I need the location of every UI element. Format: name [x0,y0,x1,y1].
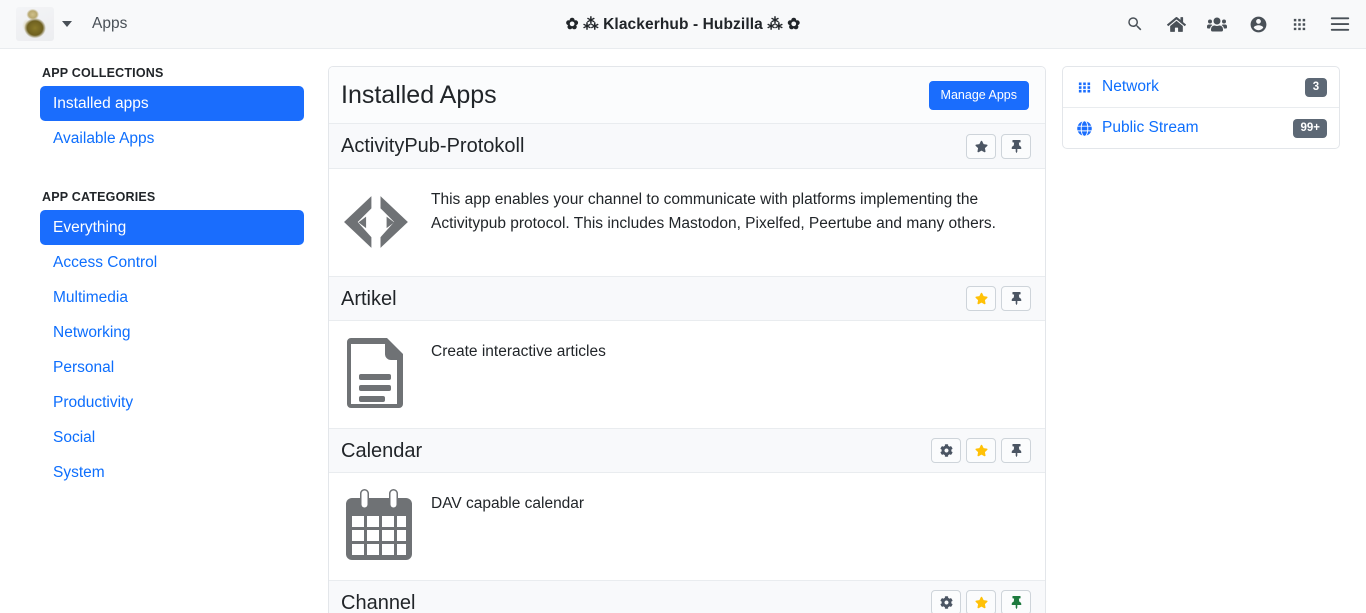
list-item: Access Control [40,245,304,280]
pin-button[interactable] [1001,438,1031,463]
right-item-network[interactable]: Network 3 [1063,67,1339,107]
list-item: Available Apps [40,121,304,156]
navbar-icon-group [1125,14,1350,34]
list-item: Everything [40,210,304,245]
pin-button[interactable] [1001,590,1031,613]
app-header-artikel: Artikel [329,276,1045,321]
app-action-group [966,134,1031,159]
grid-icon [1076,79,1093,96]
notifications-card: Network 3 Public Stream 99+ [1062,66,1340,149]
gear-icon[interactable] [931,438,961,463]
notifications-list: Network 3 Public Stream 99+ [1063,67,1339,148]
app-body-calendar: DAV capable calendar [329,473,1045,580]
app-description: DAV capable calendar [431,486,584,564]
channel-menu-toggle[interactable] [16,7,72,41]
list-item: Multimedia [40,280,304,315]
app-description: This app enables your channel to communi… [431,182,1016,260]
document-icon [341,336,417,412]
app-body-activitypub: This app enables your channel to communi… [329,169,1045,276]
gear-icon[interactable] [931,590,961,613]
sidebar-item-multimedia[interactable]: Multimedia [40,280,304,315]
pin-button[interactable] [1001,286,1031,311]
list-item: Installed apps [40,86,304,121]
calendar-icon [341,488,417,564]
app-action-group [966,286,1031,311]
app-categories-list: Everything Access Control Multimedia Net… [40,210,304,490]
sidebar-item-system[interactable]: System [40,455,304,490]
sidebar-item-personal[interactable]: Personal [40,350,304,385]
page-body: APP COLLECTIONS Installed apps Available… [0,49,1366,613]
app-action-group [931,590,1031,613]
globe-icon [1076,120,1093,137]
left-sidebar: APP COLLECTIONS Installed apps Available… [0,66,328,613]
status-badge: 3 [1305,78,1327,97]
star-button[interactable] [966,438,996,463]
right-item-label: Network [1102,76,1159,98]
card-header: Installed Apps Manage Apps [329,67,1045,124]
app-name: Artikel [341,287,397,311]
star-button[interactable] [966,286,996,311]
sidebar-item-networking[interactable]: Networking [40,315,304,350]
top-navbar: Apps ✿ ⁂ Klackerhub - Hubzilla ⁂ ✿ [0,0,1366,49]
status-badge: 99+ [1293,119,1327,138]
app-header-channel: Channel [329,580,1045,613]
app-name: Calendar [341,439,422,463]
app-body-artikel: Create interactive articles [329,321,1045,428]
search-icon[interactable] [1125,14,1145,34]
list-item: Networking [40,315,304,350]
sidebar-item-available-apps[interactable]: Available Apps [40,121,304,156]
right-item-public-stream[interactable]: Public Stream 99+ [1063,108,1339,148]
sidebar-item-installed-apps[interactable]: Installed apps [40,86,304,121]
main-content: Installed Apps Manage Apps ActivityPub-P… [328,66,1046,613]
right-sidebar: Network 3 Public Stream 99+ [1046,66,1366,613]
sidebar-item-social[interactable]: Social [40,420,304,455]
list-item: Productivity [40,385,304,420]
grid-apps-icon[interactable] [1289,14,1309,34]
star-button[interactable] [966,134,996,159]
list-item: System [40,455,304,490]
hamburger-menu-icon[interactable] [1330,14,1350,34]
right-item-label: Public Stream [1102,117,1198,139]
account-circle-icon[interactable] [1248,14,1268,34]
sidebar-item-everything[interactable]: Everything [40,210,304,245]
app-categories-heading: APP CATEGORIES [40,190,304,210]
installed-apps-card: Installed Apps Manage Apps ActivityPub-P… [328,66,1046,613]
navbar-left-group: Apps [16,7,127,41]
app-header-calendar: Calendar [329,428,1045,473]
chevron-down-icon[interactable] [62,21,72,27]
app-collections-heading: APP COLLECTIONS [40,66,304,86]
app-name: Channel [341,591,416,613]
people-icon[interactable] [1207,14,1227,34]
app-name: ActivityPub-Protokoll [341,134,524,158]
list-item: Public Stream 99+ [1063,107,1339,148]
home-icon[interactable] [1166,14,1186,34]
navbar-app-name: Apps [92,15,127,33]
sidebar-item-access-control[interactable]: Access Control [40,245,304,280]
app-description: Create interactive articles [431,334,606,412]
app-header-activitypub: ActivityPub-Protokoll [329,124,1045,169]
pin-button[interactable] [1001,134,1031,159]
manage-apps-button[interactable]: Manage Apps [929,81,1029,110]
sidebar-item-productivity[interactable]: Productivity [40,385,304,420]
star-button[interactable] [966,590,996,613]
app-action-group [931,438,1031,463]
avatar [16,7,54,41]
activitypub-icon [341,184,417,260]
installed-apps-title: Installed Apps [341,80,497,110]
list-item: Personal [40,350,304,385]
app-collections-list: Installed apps Available Apps [40,86,304,156]
list-item: Social [40,420,304,455]
list-item: Network 3 [1063,67,1339,107]
